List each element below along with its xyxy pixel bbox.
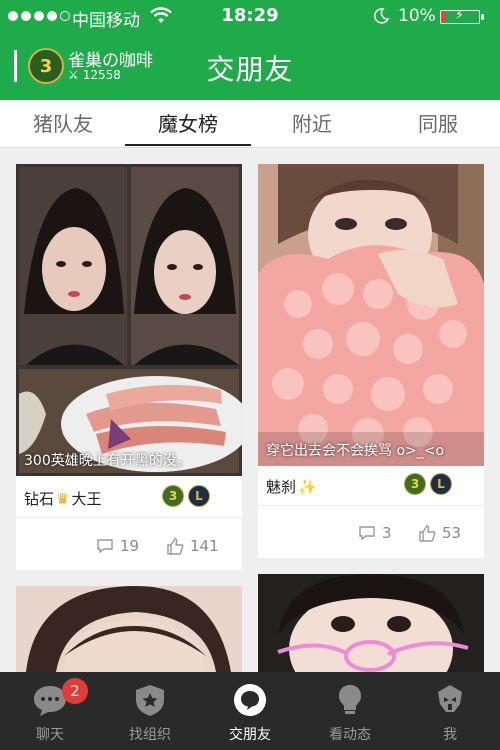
segment-tabs: 猪队友 魔女榜 附近 同服 — [0, 100, 500, 148]
author-badges: 3 L — [162, 485, 210, 507]
post-card[interactable] — [16, 586, 242, 672]
tab-same-server[interactable]: 同服 — [388, 100, 488, 148]
lightbulb-icon — [339, 685, 361, 714]
lol-badge-icon: L — [430, 473, 452, 495]
like-count[interactable]: 141 — [166, 537, 219, 555]
card-divider — [16, 517, 242, 518]
unread-badge: 2 — [62, 678, 88, 704]
thumbs-up-icon — [419, 524, 436, 542]
post-caption: 300英雄晚上有开黑的没。 — [24, 453, 191, 469]
selfie-collage-image — [16, 164, 242, 476]
comment-icon — [359, 526, 375, 541]
tabbar-label: 聊天 — [36, 727, 64, 743]
do-not-disturb-icon — [373, 8, 389, 24]
tabbar-label: 看动态 — [329, 727, 371, 743]
tab-teammates[interactable]: 猪队友 — [13, 100, 113, 148]
post-card[interactable]: 穿它出去会不会挨骂 o>_<o 魅刹 ✨ 3 L 3 53 — [258, 164, 484, 558]
crown-icon: ♛ — [56, 489, 70, 508]
shield-star-icon — [136, 685, 164, 716]
tabbar-item-find-group[interactable]: 找组织 — [100, 672, 200, 750]
battery-percent: 10% — [398, 6, 436, 26]
battery-icon: ⚡ — [440, 8, 480, 24]
pink-fur-selfie-image — [258, 164, 484, 466]
author-name[interactable]: 魅刹 ✨ — [266, 476, 319, 497]
lol-badge-icon: L — [188, 485, 210, 507]
active-tab-indicator — [125, 144, 251, 146]
status-bar: 中国移动 18:29 10% ⚡ — [0, 0, 500, 32]
tabbar-item-chat[interactable]: 2 聊天 — [0, 672, 100, 750]
post-caption: 穿它出去会不会挨骂 o>_<o — [266, 443, 445, 459]
tabbar-label: 我 — [443, 727, 457, 743]
tabbar-item-feed[interactable]: 看动态 — [300, 672, 400, 750]
comment-count[interactable]: 19 — [96, 537, 139, 555]
portrait-image — [258, 574, 484, 672]
tabbar-item-me[interactable]: 我 — [400, 672, 500, 750]
post-card[interactable] — [258, 574, 484, 672]
author-name[interactable]: 钻石 ♛ 大王 — [24, 488, 101, 509]
comment-count[interactable]: 3 — [358, 524, 392, 542]
make-friends-icon — [234, 684, 266, 716]
tabbar-label: 交朋友 — [229, 727, 271, 743]
author-badges: 3 L — [404, 473, 452, 495]
post-photo[interactable]: 300英雄晚上有开黑的没。 — [16, 164, 242, 476]
page-title: 交朋友 — [206, 53, 294, 86]
thumbs-up-icon — [167, 537, 184, 555]
tabbar-label: 找组织 — [129, 727, 171, 743]
battery-tip — [481, 14, 484, 20]
card-divider — [258, 505, 484, 506]
portrait-image — [16, 586, 242, 672]
sparkle-icon: ✨ — [298, 477, 317, 496]
post-photo[interactable] — [16, 586, 242, 672]
tab-nearby[interactable]: 附近 — [262, 100, 362, 148]
like-count[interactable]: 53 — [418, 524, 461, 542]
comment-icon — [97, 539, 113, 554]
helmet-icon — [438, 685, 462, 712]
tab-witch-ranking[interactable]: 魔女榜 — [138, 100, 238, 148]
post-card[interactable]: 300英雄晚上有开黑的没。 钻石 ♛ 大王 3 L 19 141 — [16, 164, 242, 570]
level-badge-icon: 3 — [162, 485, 184, 507]
level-badge-icon: 3 — [404, 473, 426, 495]
post-photo[interactable] — [258, 574, 484, 672]
bottom-tab-bar: 2 聊天 找组织 交朋友 看动态 我 — [0, 672, 500, 750]
post-photo[interactable]: 穿它出去会不会挨骂 o>_<o — [258, 164, 484, 466]
app-header: 3 雀巢の咖啡 ⚔ 12558 交朋友 — [0, 32, 500, 100]
tabbar-item-make-friends[interactable]: 交朋友 — [200, 672, 300, 750]
